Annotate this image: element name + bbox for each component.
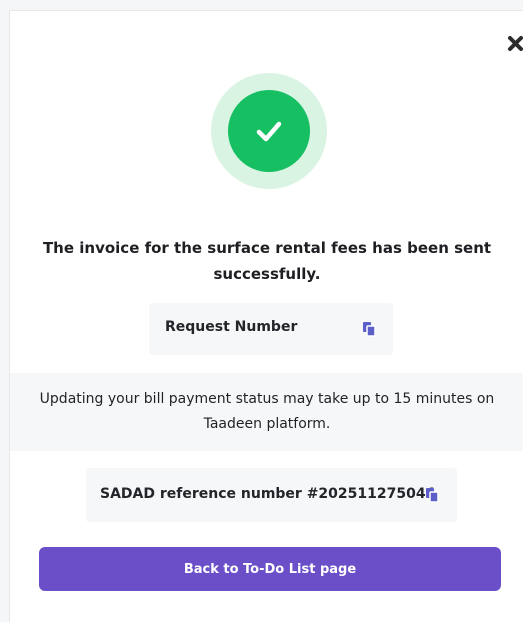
sadad-reference-number: SADAD reference number #202511275044	[100, 486, 436, 502]
copy-icon[interactable]	[362, 321, 376, 337]
page-background: The invoice for the surface rental fees …	[0, 0, 523, 622]
payment-status-notice: Updating your bill payment status may ta…	[10, 373, 523, 451]
copy-icon[interactable]	[425, 487, 439, 503]
request-number-label: Request Number	[165, 319, 298, 335]
success-icon-circle	[228, 90, 310, 172]
success-message: The invoice for the surface rental fees …	[42, 239, 492, 283]
check-icon	[256, 121, 282, 142]
close-button[interactable]	[507, 33, 523, 53]
payment-status-notice-text: Updating your bill payment status may ta…	[39, 391, 495, 432]
sadad-reference-box: SADAD reference number #202511275044	[86, 468, 457, 522]
back-to-todo-list-button[interactable]: Back to To-Do List page	[39, 547, 501, 591]
success-icon-ring	[211, 73, 327, 189]
success-modal: The invoice for the surface rental fees …	[9, 10, 523, 622]
close-icon[interactable]	[507, 33, 523, 53]
request-number-box: Request Number	[149, 303, 393, 355]
